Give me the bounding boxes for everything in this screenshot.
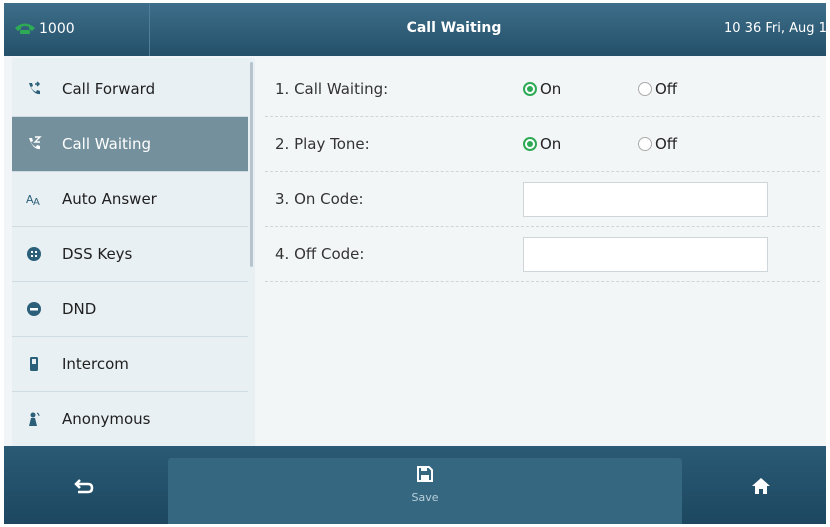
- save-icon: [417, 466, 433, 482]
- radio-label: Off: [655, 80, 678, 98]
- call-waiting-icon: [29, 136, 42, 150]
- off-code-row: 4. Off Code:: [265, 227, 820, 282]
- on-code-label: 3. On Code:: [275, 190, 364, 208]
- anonymous-icon: [29, 412, 40, 426]
- settings-panel: 1. Call Waiting: On Off 2. Play Tone: On…: [255, 58, 826, 446]
- sidebar-item-label: Intercom: [62, 355, 129, 373]
- sidebar-item-call-waiting[interactable]: Call Waiting: [12, 117, 248, 172]
- softkey-bar: Save: [4, 446, 826, 524]
- play-tone-on-radio[interactable]: On: [523, 135, 583, 155]
- radio-selected-icon: [523, 137, 537, 151]
- sidebar-item-intercom[interactable]: Intercom: [12, 337, 248, 392]
- line-number: 1000: [39, 21, 75, 37]
- play-tone-row: 2. Play Tone: On Off: [265, 117, 820, 172]
- line-key[interactable]: 1000: [4, 3, 150, 56]
- call-waiting-row: 1. Call Waiting: On Off: [265, 62, 820, 117]
- back-arrow-icon: [74, 479, 94, 494]
- call-waiting-on-radio[interactable]: On: [523, 80, 583, 100]
- status-clock: 10 36 Fri, Aug 1: [724, 21, 826, 36]
- top-bar: 1000 Call Waiting 10 36 Fri, Aug 1: [4, 3, 826, 56]
- sidebar-item-label: Call Forward: [62, 80, 156, 98]
- dnd-icon: [27, 302, 41, 316]
- on-code-input[interactable]: [523, 182, 768, 217]
- call-forward-icon: [29, 81, 41, 95]
- call-waiting-label: 1. Call Waiting:: [275, 80, 389, 98]
- off-code-label: 4. Off Code:: [275, 245, 365, 263]
- page-title: Call Waiting: [406, 20, 502, 36]
- off-code-input[interactable]: [523, 237, 768, 272]
- save-label: Save: [411, 491, 439, 504]
- on-code-row: 3. On Code:: [265, 172, 820, 227]
- sidebar-item-label: Anonymous: [62, 410, 151, 428]
- radio-selected-icon: [523, 82, 537, 96]
- save-button[interactable]: Save: [168, 458, 682, 524]
- sidebar-item-label: Call Waiting: [62, 135, 152, 153]
- dss-keys-icon: [27, 247, 41, 261]
- radio-label: On: [540, 135, 562, 153]
- home-button[interactable]: [712, 458, 812, 513]
- sidebar-item-auto-answer[interactable]: A A Auto Answer: [12, 172, 248, 227]
- sidebar-item-call-forward[interactable]: Call Forward: [12, 62, 248, 117]
- back-button[interactable]: [34, 458, 134, 513]
- radio-unselected-icon: [638, 82, 652, 96]
- home-icon: [752, 478, 770, 494]
- phone-screen: 1000 Call Waiting 10 36 Fri, Aug 1 Call …: [4, 3, 826, 524]
- sidebar-item-dss-keys[interactable]: DSS Keys: [12, 227, 248, 282]
- phone-handset-icon: [15, 23, 35, 34]
- sidebar-item-label: DSS Keys: [62, 245, 133, 263]
- radio-label: Off: [655, 135, 678, 153]
- auto-answer-icon: A A: [26, 193, 40, 207]
- sidebar-item-label: Auto Answer: [62, 190, 157, 208]
- sidebar-item-anonymous[interactable]: Anonymous: [12, 392, 248, 447]
- play-tone-off-radio[interactable]: Off: [638, 135, 698, 155]
- sidebar-item-dnd[interactable]: DND: [12, 282, 248, 337]
- call-waiting-off-radio[interactable]: Off: [638, 80, 698, 100]
- radio-unselected-icon: [638, 137, 652, 151]
- svg-text:A: A: [33, 197, 40, 207]
- sidebar-item-label: DND: [62, 300, 97, 318]
- sidebar: Call Forward Call Waiting A A Auto Answe…: [12, 58, 255, 447]
- sidebar-scrollbar[interactable]: [250, 62, 253, 267]
- intercom-icon: [30, 357, 38, 371]
- play-tone-label: 2. Play Tone:: [275, 135, 370, 153]
- radio-label: On: [540, 80, 562, 98]
